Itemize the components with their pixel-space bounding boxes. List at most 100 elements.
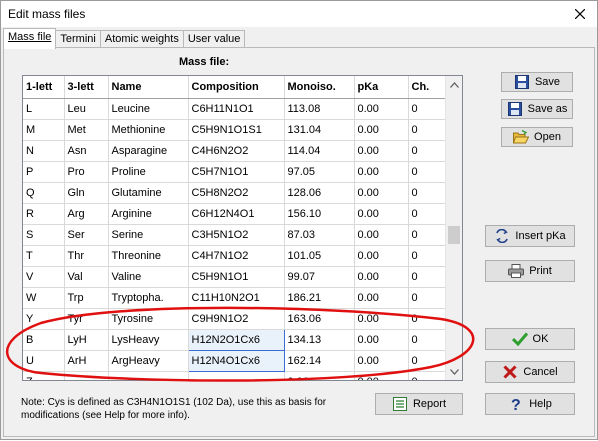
table-cell[interactable]: 0 [408,308,447,330]
table-cell[interactable]: - [64,371,109,380]
save-as-button[interactable]: Save as [501,99,573,119]
table-cell[interactable]: 0 [408,371,447,380]
table-row[interactable]: T Thr Threonine C4H7N1O2 101.05 0.00 0 [23,245,447,267]
table-cell[interactable]: 0 [408,203,447,225]
close-button[interactable] [563,1,597,27]
table-cell[interactable]: U [23,350,65,372]
table-cell[interactable]: V [23,266,65,288]
table-cell[interactable]: S [23,224,65,246]
table-cell[interactable]: LysHeavy [108,329,189,351]
table-cell[interactable]: R [23,203,65,225]
table-row[interactable]: S Ser Serine C3H5N1O2 87.03 0.00 0 [23,224,447,246]
table-cell[interactable]: C5H7N1O1 [188,161,285,183]
table-cell[interactable]: 0 [408,224,447,246]
table-row[interactable]: Y Tyr Tyrosine C9H9N1O2 163.06 0.00 0 [23,308,447,330]
table-cell[interactable]: P [23,161,65,183]
open-button[interactable]: Open [501,127,573,147]
table-row[interactable]: M Met Methionine C5H9N1O1S1 131.04 0.00 0 [23,119,447,141]
table-cell[interactable]: 0.00 [354,266,409,288]
scrollbar-thumb[interactable] [448,226,460,244]
table-cell[interactable]: 0.00 [354,245,409,267]
table-cell[interactable]: Serine [108,224,189,246]
ok-button[interactable]: OK [485,328,575,350]
table-cell[interactable]: 0.00 [354,329,409,351]
table-cell[interactable]: Arginine [108,203,189,225]
table-cell[interactable]: 101.05 [284,245,355,267]
table-cell[interactable]: C6H11N1O1 [188,98,285,120]
insert-pka-button[interactable]: Insert pKa [485,225,575,247]
column-header[interactable]: Name [108,76,189,99]
table-cell[interactable]: 87.03 [284,224,355,246]
table-cell[interactable]: Met [64,119,109,141]
table-cell[interactable]: 0 [408,287,447,309]
table-cell[interactable]: C5H8N2O2 [188,182,285,204]
table-cell[interactable]: C11H10N2O1 [188,287,285,309]
table-cell[interactable]: N [23,140,65,162]
table-row[interactable]: B LyH LysHeavy H12N2O1Cx6 134.13 0.00 0 [23,328,447,351]
table-row[interactable]: U ArH ArgHeavy H12N4O1Cx6 162.14 0.00 0 [23,349,447,372]
table-cell[interactable]: 0.00 [354,98,409,120]
table-cell[interactable]: Y [23,308,65,330]
table-row[interactable]: Q Gln Glutamine C5H8N2O2 128.06 0.00 0 [23,182,447,204]
table-cell[interactable]: 0.00 [354,308,409,330]
table-cell[interactable]: 0 [408,329,447,351]
table-cell[interactable]: C3H5N1O2 [188,224,285,246]
table-cell[interactable]: C5H9N1O1S1 [188,119,285,141]
table-cell[interactable]: H12N4O1Cx6 [187,349,285,372]
table-cell[interactable]: Thr [64,245,109,267]
table-cell[interactable]: Threonine [108,245,189,267]
column-header[interactable]: 3-lett [64,76,109,99]
table-cell[interactable]: 162.14 [284,350,355,372]
table-cell[interactable]: Proline [108,161,189,183]
table-cell[interactable]: L [23,98,65,120]
table-cell[interactable]: C5H9N1O1 [188,266,285,288]
table-cell[interactable]: 134.13 [284,329,355,351]
table-cell[interactable]: Trp [64,287,109,309]
table-cell[interactable]: M [23,119,65,141]
table-cell[interactable]: T [23,245,65,267]
table-cell[interactable]: - [188,371,285,380]
table-cell[interactable]: ArH [64,350,109,372]
table-cell[interactable]: C4H7N1O2 [188,245,285,267]
column-header[interactable]: Composition [188,76,285,99]
table-cell[interactable]: 128.06 [284,182,355,204]
table-cell[interactable]: Leu [64,98,109,120]
table-cell[interactable]: C9H9N1O2 [188,308,285,330]
table-cell[interactable]: 0.00 [354,224,409,246]
table-cell[interactable]: C4H6N2O2 [188,140,285,162]
table-cell[interactable]: Val [64,266,109,288]
table-cell[interactable]: 99.07 [284,266,355,288]
table-cell[interactable]: Gln [64,182,109,204]
table-cell[interactable]: 186.21 [284,287,355,309]
table-cell[interactable]: Asn [64,140,109,162]
table-cell[interactable]: 0 [408,98,447,120]
table-cell[interactable]: 0.00 [354,119,409,141]
table-cell[interactable]: 113.08 [284,98,355,120]
table-cell[interactable]: Tyrosine [108,308,189,330]
help-button[interactable]: ? Help [485,393,575,415]
table-row[interactable]: W Trp Tryptopha. C11H10N2O1 186.21 0.00 0 [23,287,447,309]
table-cell[interactable]: 0.00 [284,371,355,380]
tab-mass-file[interactable]: Mass file [3,28,57,49]
table-cell[interactable]: 0 [408,161,447,183]
table-cell[interactable]: Methionine [108,119,189,141]
table-cell[interactable]: ArgHeavy [108,350,189,372]
table-cell[interactable]: Arg [64,203,109,225]
table-cell[interactable]: 0.00 [354,161,409,183]
table-cell[interactable]: LyH [64,329,109,351]
print-button[interactable]: Print [485,260,575,282]
table-cell[interactable]: W [23,287,65,309]
table-row[interactable]: V Val Valine C5H9N1O1 99.07 0.00 0 [23,266,447,288]
table-cell[interactable]: 0.00 [354,203,409,225]
column-header[interactable]: Ch. [408,76,447,99]
table-cell[interactable]: Ser [64,224,109,246]
report-button[interactable]: Report [375,393,463,415]
table-cell[interactable]: 0 [408,140,447,162]
table-cell[interactable]: 0 [408,266,447,288]
column-header[interactable]: pKa [354,76,409,99]
table-cell[interactable]: 156.10 [284,203,355,225]
table-cell[interactable]: 0 [408,350,447,372]
table-row[interactable]: N Asn Asparagine C4H6N2O2 114.04 0.00 0 [23,140,447,162]
table-cell[interactable]: Pro [64,161,109,183]
table-cell[interactable]: 0.00 [354,287,409,309]
